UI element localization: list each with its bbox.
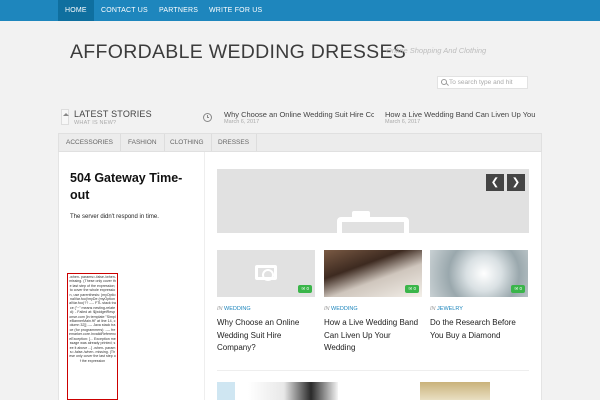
post-category-link[interactable]: WEDDING	[331, 306, 358, 312]
post-category-link[interactable]: WEDDING	[224, 306, 251, 312]
site-tagline: Online Shopping And Clothing	[386, 46, 487, 55]
camera-placeholder-icon	[337, 211, 409, 233]
category-fashion[interactable]: FASHION	[121, 134, 165, 151]
post-title[interactable]: Do the Research Before You Buy a Diamond	[430, 317, 528, 342]
category-bar: ACCESSORIES FASHION CLOTHING DRESSES	[58, 133, 542, 152]
slider-prev-button[interactable]: ❮	[486, 174, 504, 191]
post-category: IN JEWELRY	[430, 306, 463, 312]
post-title[interactable]: Why Choose an Online Wedding Suit Hire C…	[217, 317, 315, 355]
post-category-link[interactable]: JEWELRY	[437, 306, 463, 312]
post-thumbnail[interactable]	[217, 382, 235, 400]
nav-partners[interactable]: PARTNERS	[152, 0, 205, 21]
comment-count-badge: ✉ 0	[298, 285, 312, 293]
comment-count-badge: ✉ 0	[405, 285, 419, 293]
ticker-story-date: March 6, 2017	[224, 119, 260, 125]
category-clothing[interactable]: CLOTHING	[163, 134, 212, 151]
nav-home[interactable]: HOME	[58, 0, 94, 21]
slider-next-button[interactable]: ❯	[507, 174, 525, 191]
post-category: IN WEDDING	[217, 306, 251, 312]
post-thumbnail[interactable]	[248, 382, 338, 400]
site-title[interactable]: AFFORDABLE WEDDING DRESSES	[70, 41, 406, 64]
error-debug-text: -when- params=-false-/when- missing. (Th…	[69, 275, 116, 363]
sidebar-divider	[204, 152, 205, 400]
post-category: IN WEDDING	[324, 306, 358, 312]
camera-placeholder-icon	[255, 265, 277, 281]
search-input[interactable]: To search type and hit	[437, 76, 528, 89]
nav-write-for-us[interactable]: WRITE FOR US	[202, 0, 269, 21]
clock-icon	[203, 113, 212, 122]
ticker-toggle-icon[interactable]	[61, 109, 69, 125]
search-placeholder: To search type and hit	[449, 79, 513, 86]
category-accessories[interactable]: ACCESSORIES	[59, 134, 121, 151]
top-nav: HOME CONTACT US PARTNERS WRITE FOR US	[0, 0, 600, 21]
ticker-story-title[interactable]: How a Live Wedding Band Can Liven Up You…	[385, 110, 535, 119]
error-debug-box: -when- params=-false-/when- missing. (Th…	[67, 273, 118, 400]
post-title[interactable]: How a Live Wedding Band Can Liven Up You…	[324, 317, 422, 355]
post-thumbnail[interactable]: ✉ 0	[324, 250, 422, 297]
latest-stories-title: LATEST STORIES	[74, 109, 152, 119]
search-icon	[441, 79, 447, 85]
post-thumbnail[interactable]: ✉ 0	[430, 250, 528, 297]
featured-slider[interactable]	[217, 169, 529, 233]
post-thumbnail[interactable]	[420, 382, 490, 400]
section-divider	[217, 370, 529, 371]
ticker-story-date: March 6, 2017	[385, 119, 421, 125]
nav-contact-us[interactable]: CONTACT US	[94, 0, 155, 21]
error-message: The server didn't respond in time.	[70, 214, 159, 220]
category-dresses[interactable]: DRESSES	[211, 134, 258, 151]
latest-stories-subtitle: WHAT IS NEW?	[74, 120, 117, 126]
error-title: 504 Gateway Time-out	[70, 171, 183, 202]
comment-count-badge: ✉ 0	[511, 285, 525, 293]
ticker-story-title[interactable]: Why Choose an Online Wedding Suit Hire C…	[224, 110, 374, 119]
post-thumbnail[interactable]: ✉ 0	[217, 250, 315, 297]
